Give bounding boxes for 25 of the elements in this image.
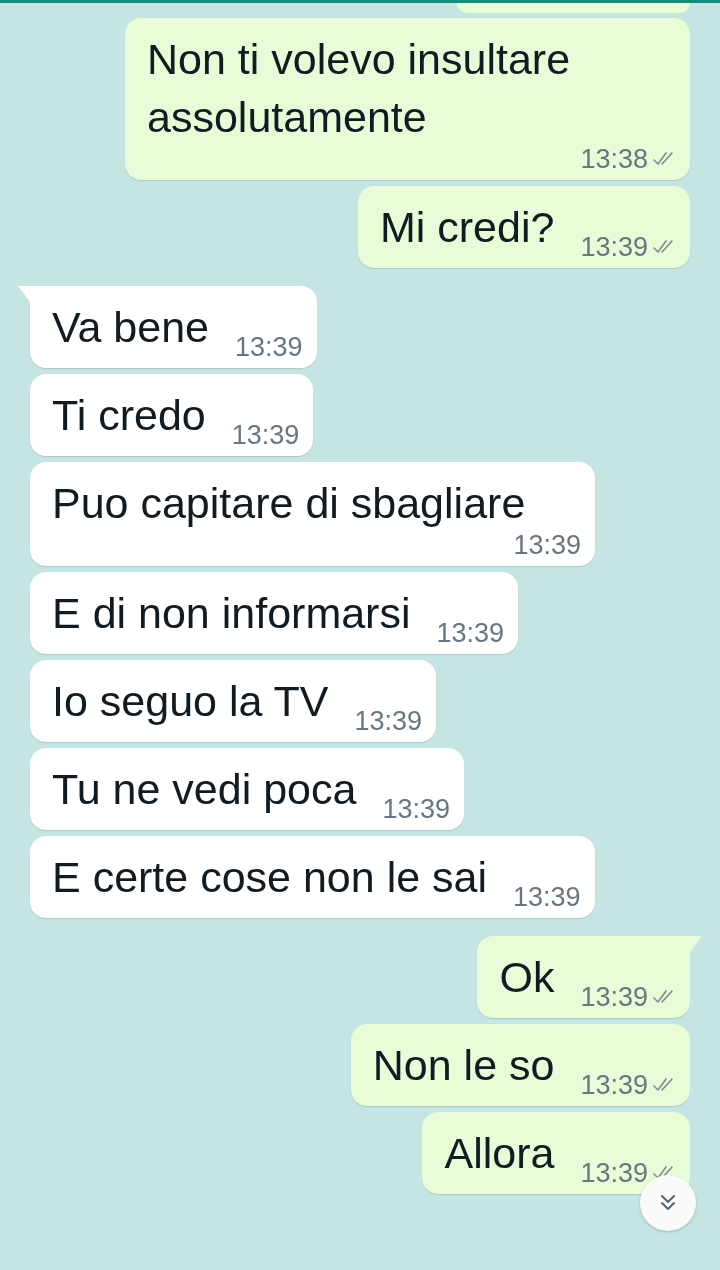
message-text: E certe cose non le sai	[52, 852, 488, 903]
message-text: E di non informarsi	[52, 588, 411, 639]
message-text: Ok	[499, 952, 555, 1003]
message-time: 13:39	[513, 530, 581, 560]
message-text: Io seguo la TV	[52, 676, 329, 727]
message-text: Mi credi?	[380, 202, 555, 253]
message-time: 13:39	[436, 618, 505, 648]
double-chevron-down-icon	[658, 1193, 678, 1213]
message-time: 13:39	[354, 706, 423, 736]
message-time: 13:39	[580, 982, 648, 1012]
message-text: Ti credo	[52, 390, 206, 441]
message-text: Tu ne vedi poca	[52, 764, 357, 815]
message-text: Non le so	[372, 1040, 555, 1091]
message-time: 13:39	[580, 232, 648, 262]
message-time: 13:39	[580, 1158, 648, 1188]
message-time: 13:39	[382, 794, 450, 824]
message-time: 13:39	[235, 332, 303, 362]
message-text: Va bene	[52, 302, 209, 353]
message-time: 13:38	[580, 144, 648, 174]
message-text: Puo capitare di sbagliare	[52, 478, 526, 529]
message-text: Non ti volevo insultare assolutamente	[147, 34, 572, 143]
message-time: 13:39	[513, 882, 581, 912]
message-time: 13:39	[231, 420, 300, 450]
message-text: Allora	[444, 1128, 555, 1179]
message-time: 13:39	[580, 1070, 648, 1100]
